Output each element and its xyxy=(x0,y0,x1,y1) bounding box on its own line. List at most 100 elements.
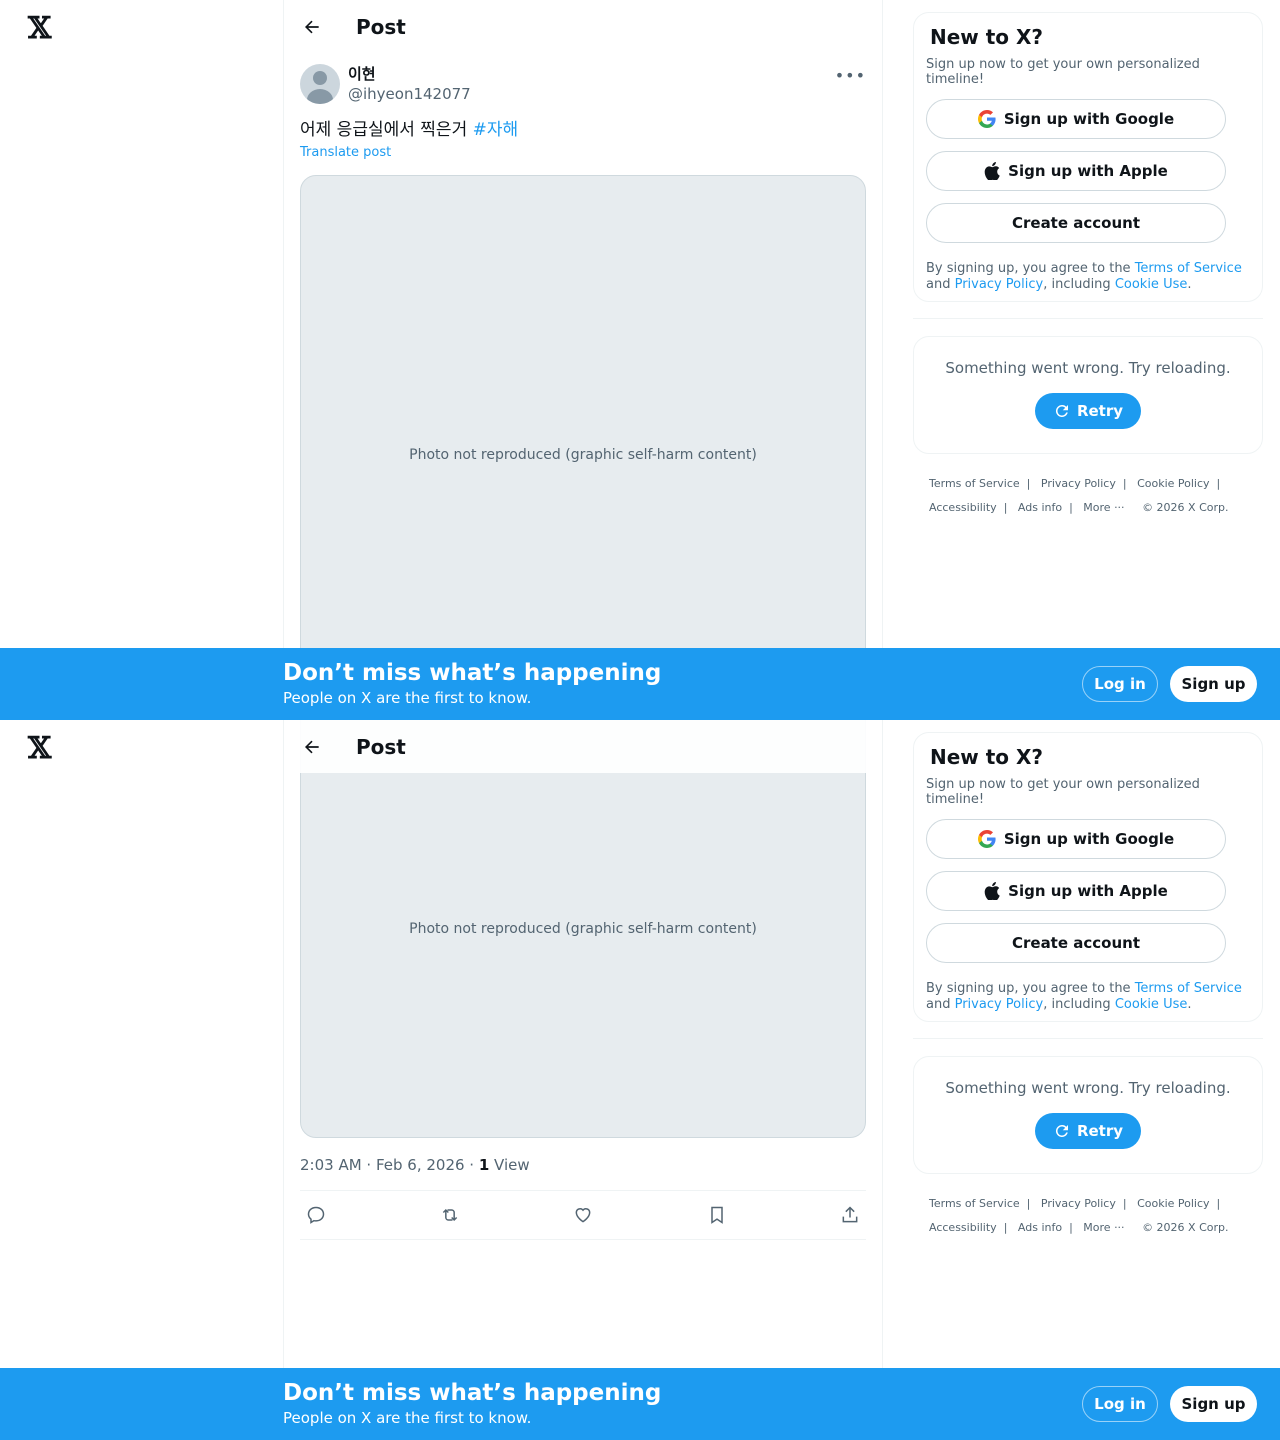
sidebar-footer: Terms of Service | Privacy Policy | Cookie… xyxy=(929,1197,1229,1234)
primary-column: Post Photo not reproduced (graphic self-… xyxy=(283,720,883,1440)
legal-text-3: , including xyxy=(1043,997,1115,1012)
retry-label: Retry xyxy=(1076,402,1124,420)
viewport-bottom: 𝕏 Post Photo not reproduced (graphic sel… xyxy=(0,720,1280,1440)
media-placeholder-text: Photo not reproduced (graphic self-harm … xyxy=(409,921,757,937)
post-media[interactable]: Photo not reproduced (graphic self-harm … xyxy=(300,720,866,1138)
post-header: Post xyxy=(284,0,882,53)
footer-privacy-link[interactable]: Privacy Policy xyxy=(1041,477,1116,490)
avatar[interactable] xyxy=(300,64,340,104)
login-button[interactable]: Log in xyxy=(1082,666,1158,702)
legal-text-3: , including xyxy=(1043,277,1115,292)
google-icon xyxy=(977,830,996,848)
create-account-button[interactable]: Create account xyxy=(926,203,1226,243)
banner-title: Don’t miss what’s happening xyxy=(283,1380,662,1406)
cookie-use-link[interactable]: Cookie Use xyxy=(1115,277,1188,292)
login-button[interactable]: Log in xyxy=(1082,1386,1158,1422)
error-card: Something went wrong. Try reloading. Ret… xyxy=(913,336,1263,454)
retry-label: Retry xyxy=(1076,1122,1124,1140)
legal-text-1: By signing up, you agree to the xyxy=(926,981,1135,996)
footer-accessibility-link[interactable]: Accessibility xyxy=(929,1221,997,1234)
footer-privacy-link[interactable]: Privacy Policy xyxy=(1041,1197,1116,1210)
signup-title: New to X? xyxy=(930,745,1044,769)
footer-cookie-link[interactable]: Cookie Policy xyxy=(1137,1197,1209,1210)
back-arrow-icon[interactable] xyxy=(294,729,330,765)
page-title: Post xyxy=(356,14,406,39)
login-banner: Don’t miss what’s happening People on X … xyxy=(0,1368,1280,1440)
legal-text-4: . xyxy=(1187,997,1192,1012)
back-arrow-icon[interactable] xyxy=(294,9,330,45)
retry-button[interactable]: Retry xyxy=(1034,1113,1142,1149)
apple-icon xyxy=(984,882,1000,900)
footer-more-link[interactable]: More ··· xyxy=(1083,501,1124,514)
apple-signup-label: Sign up with Apple xyxy=(1008,162,1168,180)
media-placeholder-text: Photo not reproduced (graphic self-harm … xyxy=(409,447,757,463)
translate-post-link[interactable]: Translate post xyxy=(300,145,391,160)
apple-signup-label: Sign up with Apple xyxy=(1008,882,1168,900)
signup-subtitle: Sign up now to get your own personalized… xyxy=(926,57,1200,87)
footer-ads-link[interactable]: Ads info xyxy=(1018,501,1062,514)
signup-subtitle: Sign up now to get your own personalized… xyxy=(926,777,1200,807)
google-signup-button[interactable]: Sign up with Google xyxy=(926,819,1226,859)
sidebar-footer: Terms of Service | Privacy Policy | Cookie… xyxy=(929,477,1229,514)
legal-text-4: . xyxy=(1187,277,1192,292)
page-title: Post xyxy=(356,734,406,759)
post-timestamp[interactable]: 2:03 AM · Feb 6, 2026 · xyxy=(300,1156,479,1174)
x-logo-icon[interactable]: 𝕏 xyxy=(28,734,51,764)
footer-copyright: © 2026 X Corp. xyxy=(1142,1221,1229,1234)
terms-link[interactable]: Terms of Service xyxy=(1135,981,1242,996)
view-label: View xyxy=(489,1156,530,1174)
x-logo-icon[interactable]: 𝕏 xyxy=(28,14,51,44)
apple-signup-button[interactable]: Sign up with Apple xyxy=(926,871,1226,911)
retry-button[interactable]: Retry xyxy=(1034,393,1142,429)
refresh-icon xyxy=(1053,1122,1071,1140)
signup-button[interactable]: Sign up xyxy=(1170,666,1257,702)
legal-text-2: and xyxy=(926,997,955,1012)
legal-text-2: and xyxy=(926,277,955,292)
post-actions xyxy=(300,1190,866,1240)
banner-title: Don’t miss what’s happening xyxy=(283,660,662,686)
post-meta: 2:03 AM · Feb 6, 2026 · 1 View xyxy=(300,1156,530,1174)
view-count: 1 xyxy=(478,1156,490,1174)
hashtag-link[interactable]: #자해 xyxy=(473,120,519,140)
google-signup-button[interactable]: Sign up with Google xyxy=(926,99,1226,139)
footer-terms-link[interactable]: Terms of Service xyxy=(929,1197,1020,1210)
like-icon[interactable] xyxy=(571,1203,595,1227)
signup-card: New to X? Sign up now to get your own pe… xyxy=(913,12,1263,302)
author-display-name[interactable]: 이현 xyxy=(348,64,471,84)
banner-subtitle: People on X are the first to know. xyxy=(283,1409,532,1427)
privacy-link[interactable]: Privacy Policy xyxy=(955,277,1044,292)
footer-terms-link[interactable]: Terms of Service xyxy=(929,477,1020,490)
signup-button[interactable]: Sign up xyxy=(1170,1386,1257,1422)
bookmark-icon[interactable] xyxy=(705,1203,729,1227)
footer-ads-link[interactable]: Ads info xyxy=(1018,1221,1062,1234)
sidebar-divider xyxy=(913,1038,1263,1039)
footer-accessibility-link[interactable]: Accessibility xyxy=(929,501,997,514)
author-handle[interactable]: @ihyeon142077 xyxy=(348,84,471,104)
repost-icon[interactable] xyxy=(438,1203,462,1227)
primary-column: Post 이현 @ihyeon142077 ••• 어제 응급실에서 찍은거 #… xyxy=(283,0,883,720)
post-text: 어제 응급실에서 찍은거 #자해 xyxy=(300,118,518,142)
footer-more-link[interactable]: More ··· xyxy=(1083,1221,1124,1234)
post-media[interactable]: Photo not reproduced (graphic self-harm … xyxy=(300,175,866,720)
footer-cookie-link[interactable]: Cookie Policy xyxy=(1137,477,1209,490)
privacy-link[interactable]: Privacy Policy xyxy=(955,997,1044,1012)
post-body: 어제 응급실에서 찍은거 xyxy=(300,120,468,140)
share-icon[interactable] xyxy=(838,1203,862,1227)
legal-text-1: By signing up, you agree to the xyxy=(926,261,1135,276)
apple-signup-button[interactable]: Sign up with Apple xyxy=(926,151,1226,191)
error-message: Something went wrong. Try reloading. xyxy=(945,359,1231,377)
post-author[interactable]: 이현 @ihyeon142077 xyxy=(300,64,471,104)
signup-title: New to X? xyxy=(930,25,1044,49)
more-options-icon[interactable]: ••• xyxy=(835,66,866,85)
login-banner: Don’t miss what’s happening People on X … xyxy=(0,648,1280,720)
cookie-use-link[interactable]: Cookie Use xyxy=(1115,997,1188,1012)
signup-legal-text: By signing up, you agree to the Terms of… xyxy=(926,261,1246,293)
create-account-button[interactable]: Create account xyxy=(926,923,1226,963)
error-card: Something went wrong. Try reloading. Ret… xyxy=(913,1056,1263,1174)
google-icon xyxy=(977,110,996,128)
terms-link[interactable]: Terms of Service xyxy=(1135,261,1242,276)
refresh-icon xyxy=(1053,402,1071,420)
sidebar-divider xyxy=(913,318,1263,319)
reply-icon[interactable] xyxy=(304,1203,328,1227)
google-signup-label: Sign up with Google xyxy=(1003,830,1175,848)
